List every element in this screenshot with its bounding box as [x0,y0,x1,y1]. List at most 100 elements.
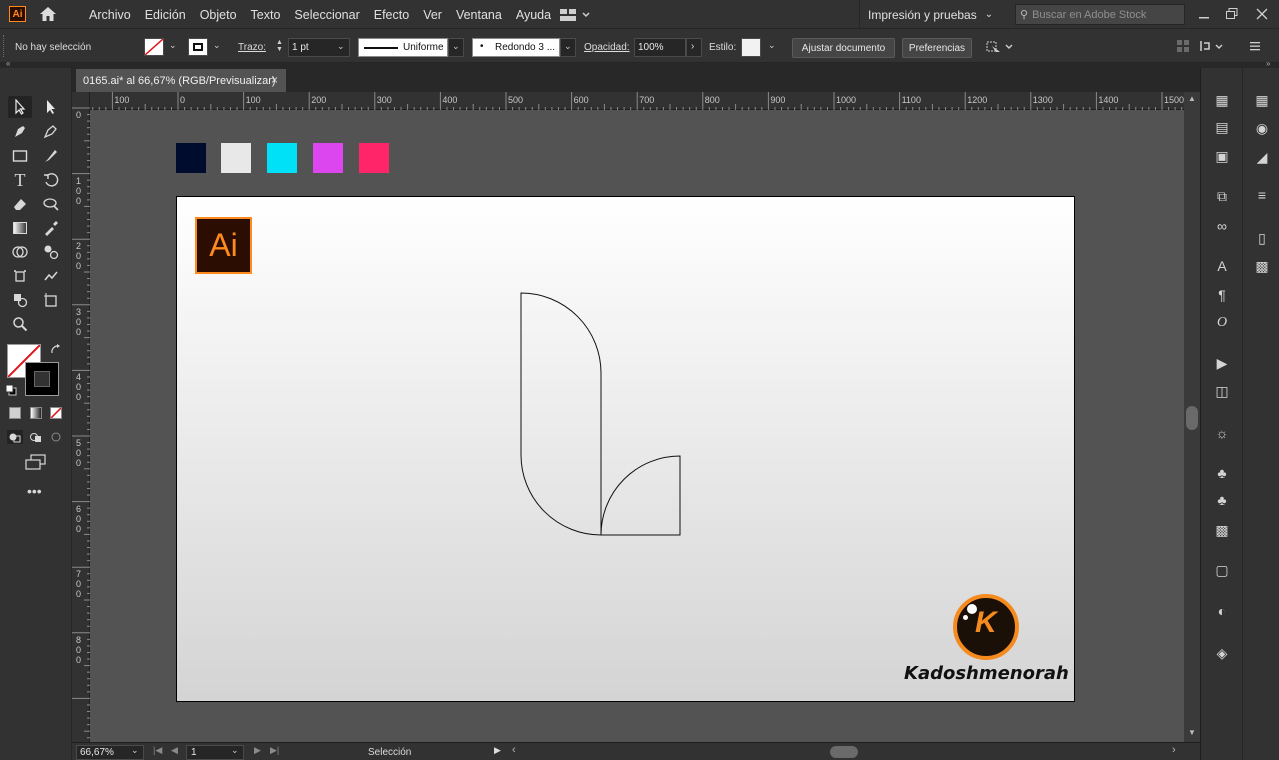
vertical-scrollbar[interactable]: ▲ ▼ [1184,92,1200,742]
vertical-ruler[interactable]: 0100200300400500600700800 [72,92,90,742]
current-tool-status[interactable]: Selección [368,747,411,758]
draw-normal-icon[interactable] [7,430,23,444]
stroke-weight-field[interactable]: 1 pt ⌄ [288,38,350,57]
stroke-label[interactable]: Trazo: [238,42,266,53]
fill-dropdown-chevron-icon[interactable]: ⌄ [169,40,177,51]
artboards-icon[interactable]: ⧉ [1211,186,1233,206]
stroke-swatch[interactable] [188,38,208,56]
draw-inside-icon[interactable] [48,430,64,444]
status-menu-icon[interactable]: ▶ [494,745,501,756]
last-artboard-icon[interactable]: ▶| [270,745,279,756]
swatch-cyan[interactable] [267,143,297,173]
collapse-right-icon[interactable]: » [1266,59,1270,68]
close-tab-icon[interactable]: × [271,73,278,87]
layers-icon[interactable]: ◈ [1211,643,1233,663]
search-input[interactable]: Buscar en Adobe Stock [1032,9,1146,21]
menu-texto[interactable]: Texto [251,8,281,22]
close-icon[interactable] [1254,6,1270,22]
menu-efecto[interactable]: Efecto [374,8,409,22]
blend-tool-icon[interactable] [39,241,63,263]
transform-icon[interactable]: ▦ [1211,90,1233,110]
artboard-tool-icon[interactable] [39,289,63,311]
menu-ventana[interactable]: Ventana [456,8,502,22]
pathfinder-icon[interactable]: ▣ [1211,146,1233,166]
document-tab[interactable]: 0165.ai* al 66,67% (RGB/Previsualizar) × [76,69,286,92]
arrange-documents-icon[interactable] [559,8,591,22]
opacity-field[interactable]: 100% [634,38,686,57]
actions-icon[interactable]: ▶ [1211,353,1233,373]
app-logo-icon[interactable]: Ai [9,6,26,22]
quarter-circle-shape[interactable] [600,455,681,536]
brushes-icon[interactable]: ▩ [1251,256,1273,276]
clubs-icon[interactable]: ♣ [1211,490,1233,510]
scroll-right-icon[interactable]: › [1172,744,1176,756]
restore-icon[interactable] [1224,6,1240,22]
edit-toolbar-icon[interactable]: ••• [27,484,47,498]
asset-export-icon[interactable]: ◫ [1211,381,1233,401]
swatch-light-gray[interactable] [221,143,251,173]
minimize-icon[interactable] [1196,6,1212,22]
transparency-icon[interactable]: ◐ [1211,601,1233,621]
rotate-tool-icon[interactable] [39,169,63,191]
default-colors-icon[interactable] [5,383,17,396]
stroke-color-box[interactable] [25,362,59,396]
menu-ver[interactable]: Ver [423,8,442,22]
warp-tool-icon[interactable] [39,193,63,215]
curvature-tool-icon[interactable] [39,120,63,142]
type-tool-icon[interactable]: T [8,169,32,191]
swatch-pink[interactable] [359,143,389,173]
preferences-button[interactable]: Preferencias [902,38,972,58]
menu-edicion[interactable]: Edición [145,8,186,22]
color-guide-icon[interactable]: ▦ [1251,90,1273,110]
collapse-left-icon[interactable]: « [6,59,10,68]
zoom-tool-icon[interactable] [8,313,32,335]
canvas-area[interactable]: Ai K Kadoshmenorah [90,110,1184,742]
style-dropdown-chevron-icon[interactable]: ⌄ [768,40,776,51]
paintbrush-tool-icon[interactable] [39,145,63,167]
artboard-number-field[interactable]: 1 ⌄ [186,745,244,760]
stroke-icon[interactable]: ≡ [1251,185,1273,205]
eraser-tool-icon[interactable] [8,193,32,215]
first-artboard-icon[interactable]: |◀ [153,745,162,756]
shape-builder-tool-icon[interactable] [8,241,32,263]
variable-width-profile[interactable]: Uniforme [358,38,448,57]
scroll-down-icon[interactable]: ▼ [1188,728,1196,737]
menu-ayuda[interactable]: Ayuda [516,8,551,22]
previous-artboard-icon[interactable]: ◀ [171,745,178,756]
gradient-icon[interactable]: ▢ [1211,560,1233,580]
stroke-weight-stepper-icon[interactable]: ▲ ▼ [276,39,284,55]
graph-tool-icon[interactable] [39,265,63,287]
live-paint-tool-icon[interactable] [8,289,32,311]
swatch-purple[interactable] [313,143,343,173]
graphic-style-swatch[interactable] [741,38,761,57]
draw-behind-icon[interactable] [28,430,44,444]
opentype-icon[interactable]: O [1211,313,1233,333]
brush-definition[interactable]: • Redondo 3 ... [472,38,560,57]
export-icon[interactable]: ▯ [1251,228,1273,248]
vertical-scroll-thumb[interactable] [1186,406,1198,430]
opacity-slider-toggle[interactable]: › [686,38,702,57]
direct-selection-tool-icon[interactable] [39,96,63,118]
image-trace-icon[interactable]: ▩ [1211,520,1233,540]
symbol-sprayer-tool-icon[interactable] [8,265,32,287]
eyedropper-tool-icon[interactable] [39,217,63,239]
fill-swatch[interactable] [144,38,164,56]
swatch-navy[interactable] [176,143,206,173]
home-icon[interactable] [38,5,58,23]
document-setup-button[interactable]: Ajustar documento [792,38,895,58]
transform-options-icon[interactable] [1199,38,1229,54]
links-icon[interactable]: ∞ [1211,216,1233,236]
pen-tool-icon[interactable] [8,120,32,142]
scroll-left-icon[interactable]: ‹ [512,744,516,756]
selection-tool-icon[interactable] [8,96,32,118]
swatches-icon[interactable]: ◢ [1251,147,1273,167]
opacity-label[interactable]: Opacidad: [584,42,630,53]
panel-menu-icon[interactable] [1248,39,1262,53]
stock-search[interactable]: ⚲ Buscar en Adobe Stock [1015,4,1185,25]
workspace-switcher[interactable]: Impresión y pruebas ⌄ [859,0,999,29]
menu-objeto[interactable]: Objeto [200,8,237,22]
scroll-up-icon[interactable]: ▲ [1188,94,1196,103]
color-mode-color-icon[interactable] [9,407,21,419]
character-icon[interactable]: A [1211,256,1233,276]
tall-leaf-shape[interactable] [520,292,602,536]
